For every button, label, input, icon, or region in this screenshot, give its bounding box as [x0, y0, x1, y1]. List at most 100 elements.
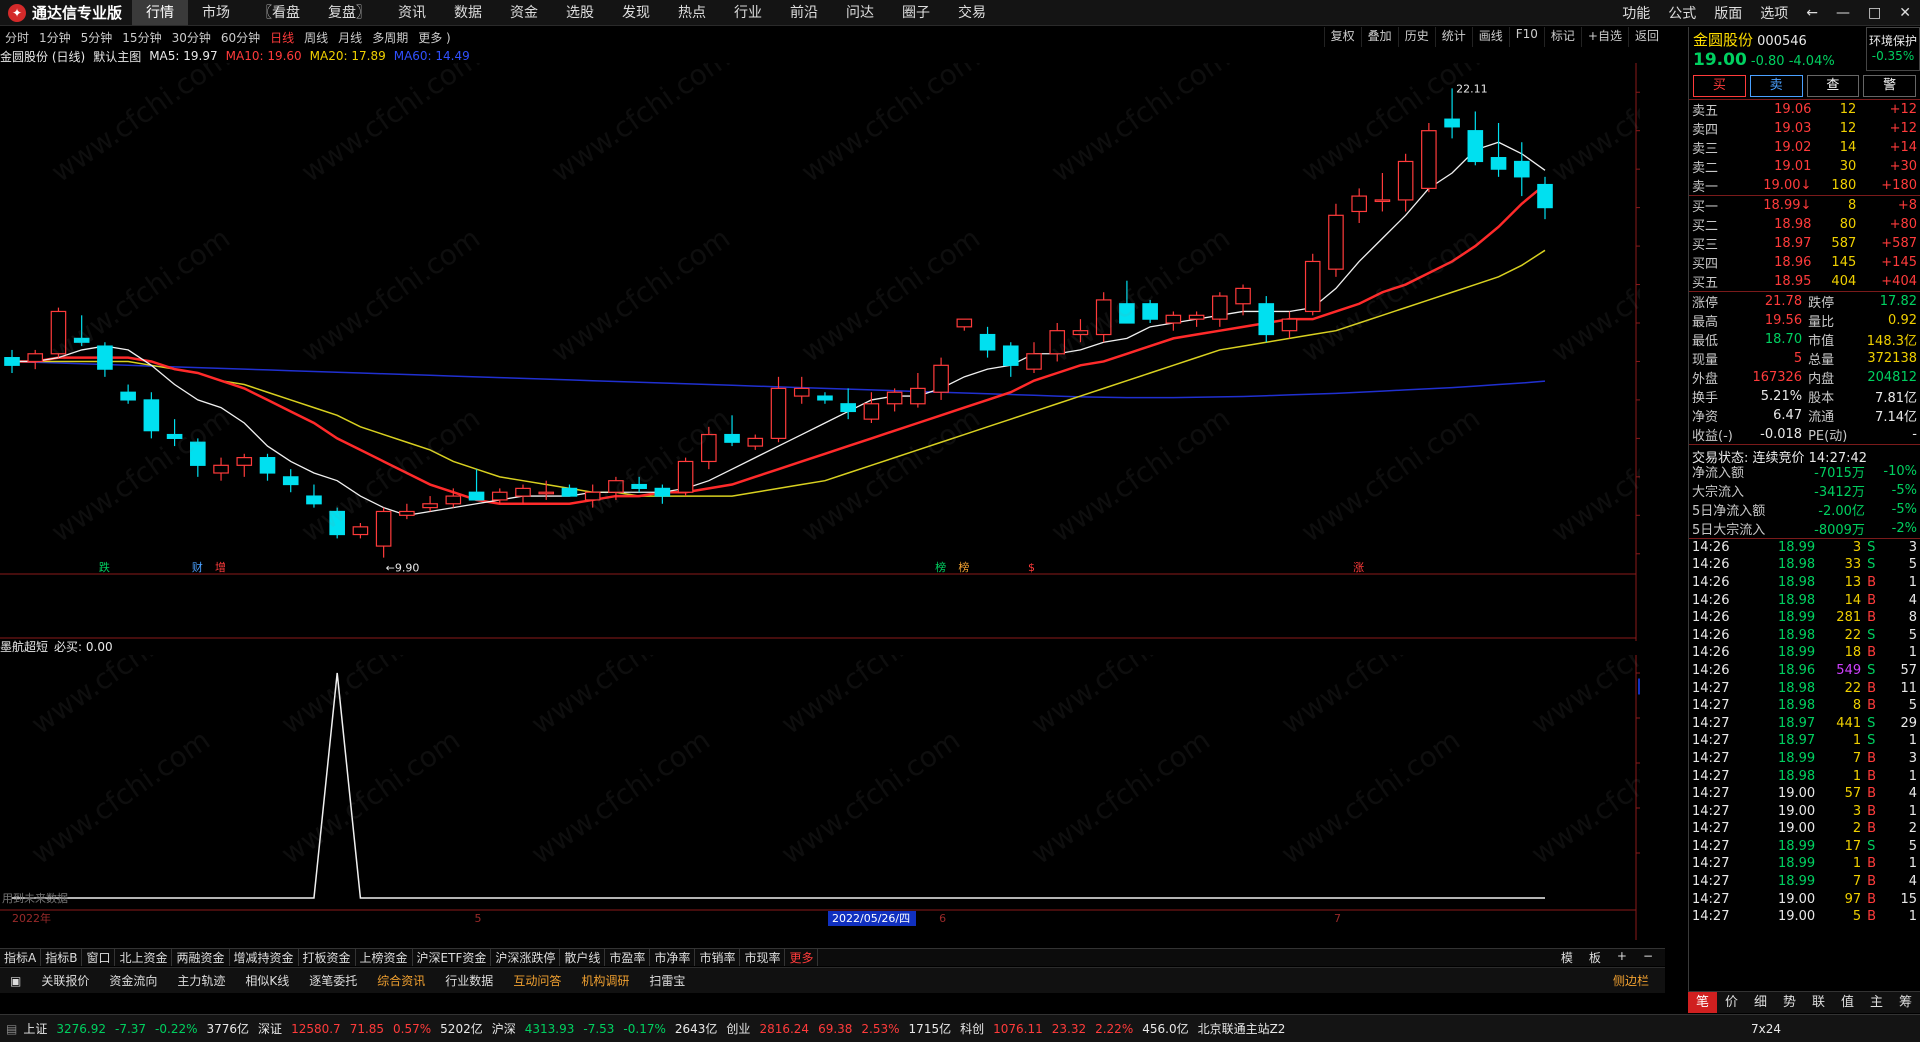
minimize-icon[interactable]: —	[1827, 5, 1859, 21]
tool-button[interactable]: 复权	[1323, 27, 1361, 47]
period-tab[interactable]: 30分钟	[167, 29, 216, 46]
menu-item[interactable]: 资讯	[384, 0, 440, 25]
info-tab[interactable]: 互动问答	[508, 970, 566, 991]
indicator-tab[interactable]: 市净率	[650, 949, 696, 966]
period-tab[interactable]: 日线	[265, 29, 299, 46]
tool-button[interactable]: 叠加	[1360, 27, 1398, 47]
detail-tab[interactable]: 笔	[1688, 992, 1717, 1013]
menu-item[interactable]: 行业	[720, 0, 776, 25]
info-tab[interactable]: 关联报价	[36, 970, 94, 991]
detail-tab[interactable]: 主	[1862, 992, 1891, 1013]
tool-button[interactable]: 标记	[1543, 27, 1581, 47]
period-tab[interactable]: 多周期	[367, 29, 413, 46]
tab-control[interactable]: 模	[1557, 949, 1577, 966]
indicator-tab[interactable]: 指标B	[41, 949, 83, 966]
info-tab[interactable]: 资金流向	[104, 970, 162, 991]
detail-tab[interactable]: 势	[1775, 992, 1804, 1013]
indicator-tab[interactable]: 上榜资金	[356, 949, 413, 966]
info-tab[interactable]: 综合资讯	[372, 970, 430, 991]
detail-tab[interactable]: 价	[1717, 992, 1746, 1013]
detail-tab[interactable]: 联	[1804, 992, 1833, 1013]
indicator-tab[interactable]: 窗口	[82, 949, 116, 966]
news-flash[interactable]: 7x24	[1751, 1022, 1781, 1036]
period-tab[interactable]: 60分钟	[216, 29, 265, 46]
close-icon[interactable]: ✕	[1890, 5, 1920, 21]
period-tab[interactable]: 月线	[333, 29, 367, 46]
tool-button[interactable]: 返回	[1627, 27, 1665, 47]
menu-item[interactable]: 问达	[832, 0, 888, 25]
status-menu-icon[interactable]: ▤	[6, 1022, 17, 1036]
tab-control[interactable]: 板	[1585, 949, 1605, 966]
period-tab[interactable]: 5分钟	[76, 29, 118, 46]
alert-button[interactable]: 警	[1863, 75, 1916, 97]
indicator-chart[interactable]: 1.000.800.600.400.200.94用到未来数据2022年56720…	[0, 655, 1640, 940]
menu-item[interactable]: 发现	[608, 0, 664, 25]
indicator-tab[interactable]: 沪深涨跌停	[491, 949, 561, 966]
period-tab[interactable]: 分时	[0, 29, 34, 46]
index-cy-field[interactable]: 创业	[726, 1020, 750, 1037]
sidebar-toggle[interactable]: 侧边栏	[1608, 970, 1654, 991]
indicator-tab[interactable]: 打板资金	[299, 949, 356, 966]
tool-button[interactable]: F10	[1508, 27, 1544, 47]
period-tab[interactable]: 周线	[299, 29, 333, 46]
back-icon[interactable]: ←	[1797, 5, 1827, 21]
info-tab[interactable]: 机构调研	[576, 970, 634, 991]
index-hs-field[interactable]: 沪深	[492, 1020, 516, 1037]
index-kc-field[interactable]: 科创	[960, 1020, 984, 1037]
indicator-tab[interactable]: 增减持资金	[230, 949, 299, 966]
sector-box[interactable]: 环境保护 -0.35%	[1866, 27, 1920, 71]
info-tab[interactable]: 行业数据	[440, 970, 498, 991]
info-tab[interactable]: 相似K线	[240, 970, 294, 991]
maximize-icon[interactable]: □	[1859, 5, 1890, 21]
sell-button[interactable]: 卖	[1749, 75, 1803, 97]
menu-item[interactable]: 选股	[552, 0, 608, 25]
info-tab[interactable]: 扫雷宝	[644, 970, 690, 991]
menu-item[interactable]: 〖看盘	[244, 0, 314, 25]
menu-item[interactable]: 复盘〗	[314, 0, 384, 25]
indicator-tab[interactable]: 更多	[785, 949, 819, 966]
menu-item[interactable]: 前沿	[776, 0, 832, 25]
tab-control[interactable]: −	[1639, 949, 1657, 966]
menu-formula[interactable]: 公式	[1659, 3, 1705, 23]
detail-tab[interactable]: 细	[1746, 992, 1775, 1013]
info-tab[interactable]: 逐笔委托	[304, 970, 362, 991]
tool-button[interactable]: 画线	[1471, 27, 1509, 47]
period-tab[interactable]: 15分钟	[117, 29, 166, 46]
menu-item[interactable]: 资金	[496, 0, 552, 25]
server-name[interactable]: 北京联通主站Z2	[1198, 1020, 1286, 1037]
query-button[interactable]: 查	[1806, 75, 1860, 97]
menu-options[interactable]: 选项	[1751, 3, 1797, 23]
indicator-tab[interactable]: 两融资金	[172, 949, 230, 966]
tool-button[interactable]: +自选	[1580, 27, 1628, 47]
buy-button[interactable]: 买	[1693, 75, 1746, 97]
indicator-tab[interactable]: 散户线	[560, 949, 606, 966]
indicator-name[interactable]: 墨航超短	[0, 639, 48, 654]
menu-item[interactable]: 热点	[664, 0, 720, 25]
tool-button[interactable]: 统计	[1434, 27, 1472, 47]
indicator-tab[interactable]: 市现率	[740, 949, 786, 966]
tool-button[interactable]: 历史	[1397, 27, 1435, 47]
info-tab[interactable]: 主力轨迹	[172, 970, 230, 991]
menu-layout[interactable]: 版面	[1705, 3, 1751, 23]
menu-item[interactable]: 交易	[944, 0, 1000, 25]
menu-item[interactable]: 数据	[440, 0, 496, 25]
menu-item[interactable]: 圈子	[888, 0, 944, 25]
index-sh-field[interactable]: 上证	[23, 1020, 47, 1037]
indicator-tab[interactable]: 沪深ETF资金	[413, 949, 492, 966]
period-tab[interactable]: 更多 )	[413, 29, 456, 46]
detail-tab[interactable]: 值	[1833, 992, 1862, 1013]
template-label[interactable]: 默认主图	[93, 48, 141, 64]
detail-tab[interactable]: 筹	[1891, 992, 1920, 1013]
menu-item[interactable]: 市场	[188, 0, 244, 25]
period-tab[interactable]: 1分钟	[34, 29, 76, 46]
menu-function[interactable]: 功能	[1613, 3, 1659, 23]
menu-item[interactable]: 行情	[132, 0, 189, 25]
kline-chart[interactable]: 10.0011.0012.0013.0014.0015.0016.0017.00…	[0, 63, 1640, 641]
indicator-tab[interactable]: 北上资金	[115, 949, 173, 966]
indicator-tab[interactable]: 市销率	[695, 949, 741, 966]
indicator-tab[interactable]: 市盈率	[605, 949, 651, 966]
index-sz-field[interactable]: 深证	[258, 1020, 282, 1037]
expand-icon[interactable]: ▣	[5, 972, 26, 990]
tab-control[interactable]: +	[1613, 949, 1631, 966]
indicator-tab[interactable]: 指标A	[0, 949, 42, 966]
